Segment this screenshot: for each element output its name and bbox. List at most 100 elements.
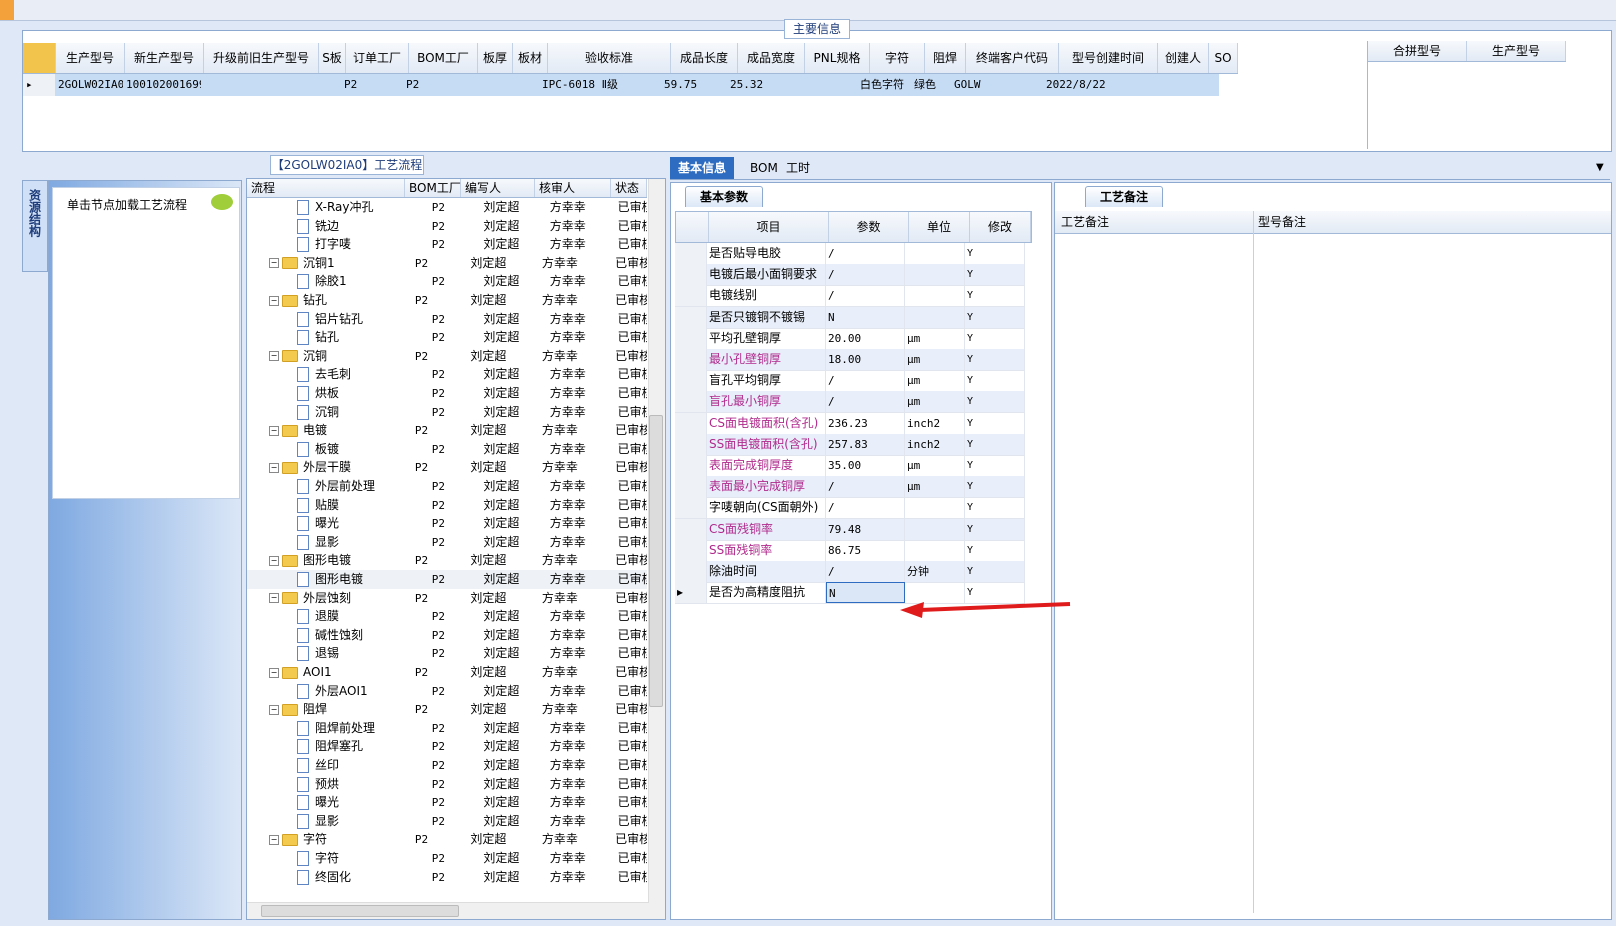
- tree-row[interactable]: 钻孔 P2 刘定超 方幸幸 已审核: [247, 328, 647, 347]
- right-col-header[interactable]: 合拼型号: [1368, 41, 1467, 61]
- right-col-header[interactable]: 生产型号: [1467, 41, 1566, 61]
- tree-row[interactable]: 除胶1 P2 刘定超 方幸幸 已审核: [247, 272, 647, 291]
- tree-row[interactable]: 铝片钻孔 P2 刘定超 方幸幸 已审核: [247, 310, 647, 329]
- tree-node-cell[interactable]: − AOI1: [247, 663, 409, 682]
- param-row[interactable]: 是否贴导电胶 / Y: [675, 243, 1025, 265]
- tree-node-cell[interactable]: 贴膜: [247, 496, 426, 515]
- param-modify[interactable]: Y: [965, 539, 1025, 561]
- tree-row[interactable]: X-Ray冲孔 P2 刘定超 方幸幸 已审核: [247, 198, 647, 217]
- tree-col-header[interactable]: 状态: [611, 179, 647, 197]
- collapse-icon[interactable]: −: [269, 462, 279, 473]
- tree-horizontal-scrollbar[interactable]: [247, 902, 649, 919]
- tree-row[interactable]: 阻焊塞孔 P2 刘定超 方幸幸 已审核: [247, 737, 647, 756]
- collapse-icon[interactable]: −: [269, 555, 279, 566]
- tree-node-cell[interactable]: 显影: [247, 812, 426, 831]
- param-modify[interactable]: Y: [965, 561, 1025, 582]
- main-col-header[interactable]: BOM工厂: [409, 43, 478, 73]
- subtab-basic-params[interactable]: 基本参数: [685, 186, 764, 207]
- tree-node-cell[interactable]: 退锡: [247, 644, 426, 663]
- tree-node-cell[interactable]: − 沉铜: [247, 347, 409, 366]
- param-row[interactable]: 电镀后最小面铜要求 / Y: [675, 264, 1025, 287]
- tree-node-cell[interactable]: 去毛刺: [247, 365, 426, 384]
- param-modify[interactable]: Y: [965, 497, 1025, 519]
- param-row[interactable]: 表面完成铜厚度 35.00 μm Y: [675, 455, 1025, 477]
- param-modify[interactable]: Y: [965, 476, 1025, 498]
- tabs-dropdown-icon[interactable]: ▼: [1588, 157, 1612, 179]
- params-col-header[interactable]: 项目: [709, 212, 829, 242]
- param-value[interactable]: 79.48: [826, 518, 905, 540]
- param-row[interactable]: SS面残铜率 86.75 Y: [675, 539, 1025, 562]
- param-row[interactable]: 最小孔壁铜厚 18.00 μm Y: [675, 349, 1025, 371]
- main-col-header[interactable]: 型号创建时间: [1059, 43, 1158, 73]
- subtab-process-notes[interactable]: 工艺备注: [1085, 186, 1164, 207]
- params-col-header[interactable]: 参数: [829, 212, 909, 242]
- tree-node-cell[interactable]: 阻焊塞孔: [247, 737, 426, 756]
- param-row[interactable]: 是否只镀铜不镀锡 N Y: [675, 306, 1025, 329]
- main-col-header[interactable]: 升级前旧生产型号: [204, 43, 319, 73]
- main-cell[interactable]: 绿色: [911, 74, 951, 96]
- tree-row[interactable]: 图形电镀 P2 刘定超 方幸幸 已审核: [247, 570, 647, 589]
- tree-row[interactable]: 曝光 P2 刘定超 方幸幸 已审核: [247, 793, 647, 812]
- main-cell[interactable]: [505, 74, 539, 96]
- param-modify[interactable]: Y: [965, 412, 1025, 434]
- tree-row[interactable]: 预烘 P2 刘定超 方幸幸 已审核: [247, 775, 647, 794]
- tree-row[interactable]: 终固化 P2 刘定超 方幸幸 已审核: [247, 868, 647, 887]
- tree-node-cell[interactable]: − 钻孔: [247, 291, 409, 310]
- main-col-header[interactable]: 创建人: [1158, 43, 1209, 73]
- param-row[interactable]: 盲孔最小铜厚 / μm Y: [675, 391, 1025, 414]
- model-notes-field[interactable]: [1257, 235, 1607, 915]
- main-col-header[interactable]: PNL规格: [805, 43, 870, 73]
- tree-node-cell[interactable]: 丝印: [247, 756, 426, 775]
- param-value[interactable]: 86.75: [826, 539, 905, 561]
- tree-node-cell[interactable]: 图形电镀: [247, 570, 426, 589]
- main-col-header[interactable]: 生产型号: [56, 43, 125, 73]
- tree-row[interactable]: − 图形电镀 P2 刘定超 方幸幸 已审核: [247, 551, 647, 570]
- tab-basic-info[interactable]: 基本信息: [670, 157, 735, 179]
- tree-row[interactable]: 曝光 P2 刘定超 方幸幸 已审核: [247, 514, 647, 533]
- nav-hint-box[interactable]: 单击节点加载工艺流程: [52, 187, 240, 499]
- tree-node-cell[interactable]: 铝片钻孔: [247, 310, 426, 329]
- tree-row[interactable]: 阻焊前处理 P2 刘定超 方幸幸 已审核: [247, 719, 647, 738]
- tree-node-cell[interactable]: − 外层蚀刻: [247, 589, 409, 608]
- collapse-icon[interactable]: −: [269, 667, 279, 678]
- param-value[interactable]: /: [826, 476, 905, 498]
- param-modify[interactable]: Y: [965, 327, 1025, 349]
- param-value[interactable]: /: [826, 497, 905, 519]
- tree-col-header[interactable]: BOM工厂: [405, 179, 461, 197]
- tree-col-header[interactable]: 核审人: [535, 179, 611, 197]
- params-col-header[interactable]: 修改: [970, 212, 1031, 242]
- main-cell[interactable]: [471, 74, 505, 96]
- main-cell[interactable]: 2022/8/22: [1043, 74, 1141, 96]
- tree-vertical-scrollbar[interactable]: [648, 179, 665, 919]
- param-modify[interactable]: Y: [965, 285, 1025, 307]
- param-modify[interactable]: Y: [965, 455, 1025, 476]
- param-value[interactable]: 35.00: [826, 455, 905, 476]
- tree-row[interactable]: 打字唛 P2 刘定超 方幸幸 已审核: [247, 235, 647, 254]
- param-row[interactable]: 盲孔平均铜厚 / μm Y: [675, 370, 1025, 393]
- main-cell[interactable]: [315, 74, 341, 96]
- main-col-header[interactable]: 终端客户代码: [966, 43, 1059, 73]
- tree-row[interactable]: − 沉铜 P2 刘定超 方幸幸 已审核: [247, 347, 647, 366]
- param-value[interactable]: /: [826, 561, 905, 582]
- main-col-header[interactable]: 阻焊: [925, 43, 966, 73]
- collapse-icon[interactable]: −: [269, 425, 279, 436]
- tree-row[interactable]: 板镀 P2 刘定超 方幸幸 已审核: [247, 440, 647, 459]
- tree-node-cell[interactable]: 板镀: [247, 440, 426, 459]
- main-cell[interactable]: GOLW: [951, 74, 1043, 96]
- tree-node-cell[interactable]: − 图形电镀: [247, 551, 409, 570]
- tree-row[interactable]: 字符 P2 刘定超 方幸幸 已审核: [247, 849, 647, 868]
- tree-row[interactable]: 碱性蚀刻 P2 刘定超 方幸幸 已审核: [247, 626, 647, 645]
- collapse-icon[interactable]: −: [269, 593, 279, 604]
- main-col-header[interactable]: 验收标准: [548, 43, 671, 73]
- params-col-header[interactable]: 单位: [909, 212, 970, 242]
- param-modify[interactable]: Y: [965, 391, 1025, 413]
- param-value[interactable]: /: [826, 370, 905, 392]
- tree-row[interactable]: − 字符 P2 刘定超 方幸幸 已审核: [247, 830, 647, 849]
- tree-node-cell[interactable]: 除胶1: [247, 272, 426, 291]
- tree-row[interactable]: − 阻焊 P2 刘定超 方幸幸 已审核: [247, 700, 647, 719]
- side-tab-resources[interactable]: 资源结构: [22, 180, 48, 272]
- tree-node-cell[interactable]: − 电镀: [247, 421, 409, 440]
- param-value[interactable]: 257.83: [826, 433, 905, 455]
- main-col-header[interactable]: 板材: [513, 43, 548, 73]
- param-value[interactable]: 236.23: [826, 412, 905, 434]
